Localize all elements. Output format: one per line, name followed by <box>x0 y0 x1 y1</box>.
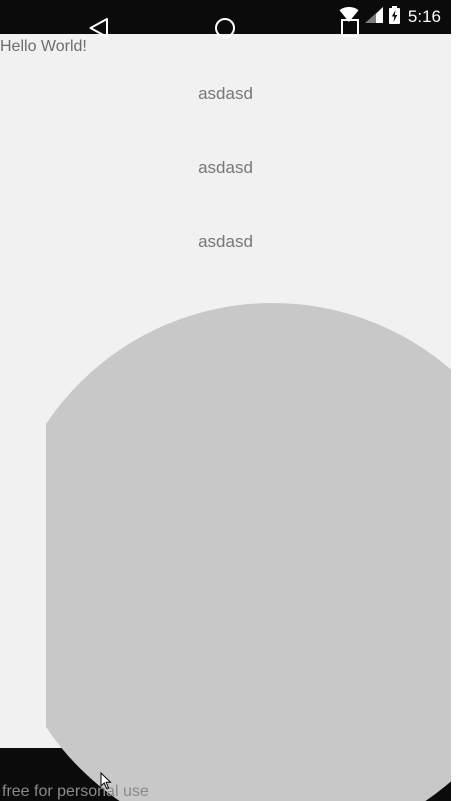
home-button[interactable] <box>205 8 245 48</box>
watermark-text: free for personal use <box>2 783 149 800</box>
circle-layer <box>0 0 451 801</box>
recents-button[interactable] <box>330 8 370 48</box>
back-icon <box>89 18 108 38</box>
right-frame-edge <box>451 0 457 801</box>
home-icon <box>215 18 235 38</box>
battery-charging-icon <box>388 5 400 29</box>
phone-screen: 5:16 Hello World! asdasd asdasd asdasd f… <box>0 0 457 801</box>
gray-circle-shape <box>46 303 451 801</box>
status-time: 5:16 <box>407 7 441 26</box>
mouse-cursor-icon <box>100 771 112 795</box>
back-button[interactable] <box>79 8 119 48</box>
recents-icon <box>341 19 359 37</box>
